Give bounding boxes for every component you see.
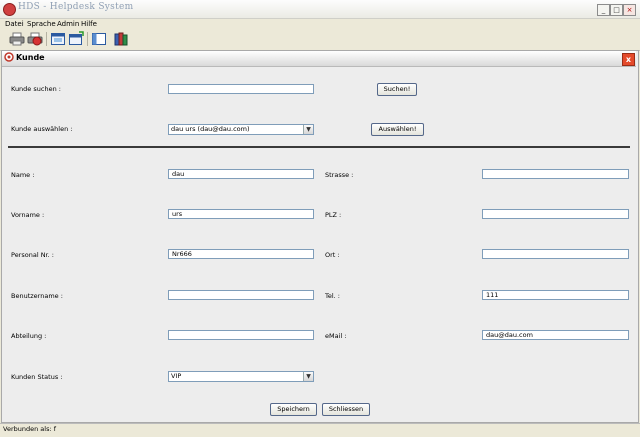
ort-label: Ort : [325, 251, 340, 259]
minimize-button[interactable]: _ [597, 4, 610, 16]
benutzername-field[interactable] [168, 290, 314, 300]
benutzername-label: Benutzername : [11, 292, 63, 300]
customer-select-value: dau urs (dau@dau.com) [171, 125, 250, 133]
frame-header [2, 51, 636, 67]
close-window-button[interactable]: × [623, 4, 636, 16]
personal-nr-field[interactable]: Nr666 [168, 249, 314, 259]
close-button[interactable]: Schliessen [322, 403, 370, 416]
frame-icon [4, 52, 14, 62]
status-select-value: VIP [171, 372, 182, 380]
chevron-down-icon[interactable]: ▼ [303, 125, 313, 134]
vorname-label: Vorname : [11, 211, 45, 219]
strasse-label: Strasse : [325, 171, 354, 179]
printer-red-icon[interactable] [27, 31, 43, 47]
new-window-icon[interactable] [68, 31, 84, 47]
search-label: Kunde suchen : [11, 85, 61, 93]
divider [8, 146, 630, 148]
status-text: Verbunden als: f [3, 425, 57, 433]
abteilung-field[interactable] [168, 330, 314, 340]
search-button[interactable]: Suchen! [377, 83, 417, 96]
ort-field[interactable] [482, 249, 629, 259]
status-select[interactable]: VIP ▼ [168, 371, 314, 382]
menu-hilfe[interactable]: Hilfe [81, 19, 97, 29]
menu-datei[interactable]: Datei [5, 19, 24, 29]
status-bar [0, 423, 640, 437]
app-icon [3, 3, 16, 16]
search-input[interactable] [168, 84, 314, 94]
books-icon[interactable] [113, 31, 129, 47]
name-field[interactable]: dau [168, 169, 314, 179]
vorname-field[interactable]: urs [168, 209, 314, 219]
save-button[interactable]: Speichern [270, 403, 317, 416]
toolbar-separator [87, 32, 88, 46]
personal-nr-label: Personal Nr. : [11, 251, 54, 259]
status-label: Kunden Status : [11, 373, 63, 381]
window-icon[interactable] [50, 31, 66, 47]
tel-label: Tel. : [325, 292, 340, 300]
select-customer-button[interactable]: Auswählen! [371, 123, 424, 136]
plz-label: PLZ : [325, 211, 342, 219]
frame-close-button[interactable]: x [622, 53, 635, 66]
strasse-field[interactable] [482, 169, 629, 179]
customer-frame [1, 50, 639, 423]
window-title: HDS - Helpdesk System [18, 2, 134, 12]
select-customer-label: Kunde auswählen : [11, 125, 73, 133]
name-label: Name : [11, 171, 35, 179]
email-label: eMail : [325, 332, 347, 340]
chevron-down-icon[interactable]: ▼ [303, 372, 313, 381]
abteilung-label: Abteilung : [11, 332, 47, 340]
frame-title: Kunde [16, 53, 45, 62]
maximize-button[interactable]: □ [610, 4, 623, 16]
menu-sprache[interactable]: Sprache [27, 19, 56, 29]
tel-field[interactable]: 111 [482, 290, 629, 300]
toolbar-separator [46, 32, 47, 46]
email-field[interactable]: dau@dau.com [482, 330, 629, 340]
customer-select[interactable]: dau urs (dau@dau.com) ▼ [168, 124, 314, 135]
printer-icon[interactable] [9, 31, 25, 47]
panel-icon[interactable] [91, 31, 107, 47]
plz-field[interactable] [482, 209, 629, 219]
menu-admin[interactable]: Admin [57, 19, 79, 29]
